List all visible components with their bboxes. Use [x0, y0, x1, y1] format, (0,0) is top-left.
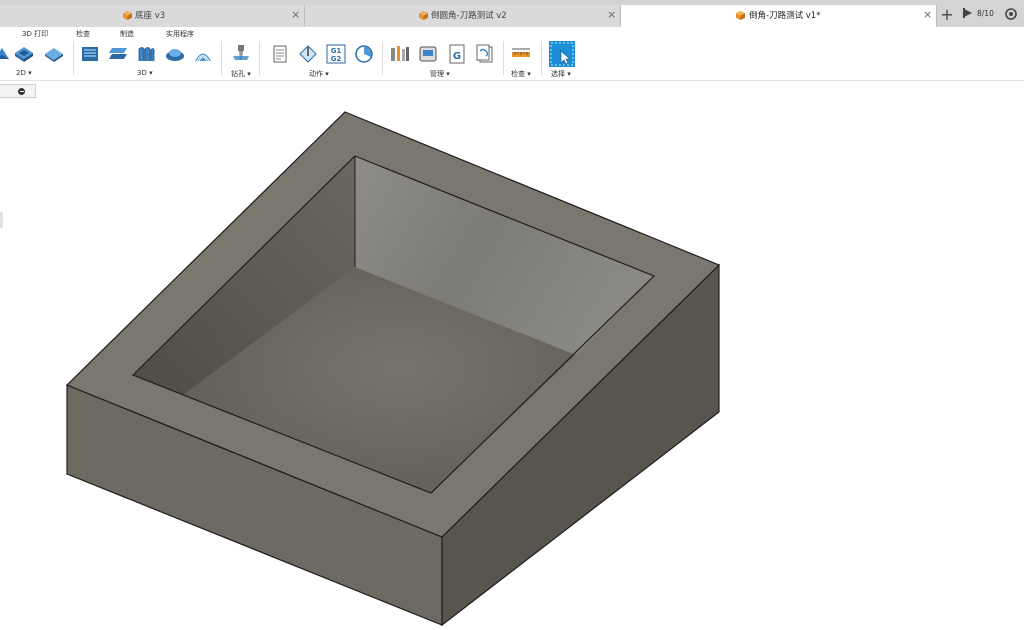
3d-pocket-clearing-icon[interactable] [108, 44, 128, 64]
select-icon[interactable] [549, 41, 575, 67]
tool-library-icon[interactable] [390, 44, 410, 64]
3d-steep-shallow-icon[interactable] [136, 44, 156, 64]
template-library-icon[interactable] [475, 44, 495, 64]
job-status-count[interactable]: 8/10 [977, 9, 994, 18]
group-inspect-label[interactable]: 检查 ▾ [511, 69, 531, 79]
toolbar-separator [73, 41, 74, 75]
clock-icon[interactable] [1005, 8, 1017, 20]
group-drill-label[interactable]: 钻孔 ▾ [231, 69, 251, 79]
tab-fillet-toolpath-test[interactable]: 倒圆角-刀路测试 v2 × [305, 5, 621, 27]
job-status-icon[interactable] [963, 8, 973, 18]
3d-parallel-icon[interactable] [165, 44, 185, 64]
ribbon-tab-manufacture[interactable]: 制造 [120, 29, 134, 39]
2d-contour-icon[interactable] [0, 44, 12, 64]
toolbar-separator [541, 41, 542, 75]
2d-face-icon[interactable] [44, 44, 64, 64]
toolbar-separator [382, 41, 383, 75]
ribbon-tab-inspect[interactable]: 检查 [76, 29, 90, 39]
new-tab-button[interactable]: + [938, 6, 956, 24]
tab-label: 底座 v3 [135, 11, 166, 21]
drill-icon[interactable] [231, 44, 251, 64]
toolbar-separator [503, 41, 504, 75]
2d-pocket-icon[interactable] [14, 44, 34, 64]
3d-viewport[interactable] [0, 80, 1024, 630]
tab-label: 倒角-刀路测试 v1* [749, 11, 821, 21]
component-cube-icon [736, 11, 745, 20]
post-library-icon[interactable]: G [447, 44, 467, 64]
process-time-icon[interactable] [354, 44, 374, 64]
tab-close-button[interactable]: × [607, 8, 616, 21]
post-process-g1g2-icon[interactable]: G1 G2 [326, 44, 346, 64]
tab-label: 倒圆角-刀路测试 v2 [431, 11, 507, 21]
3d-scallop-icon[interactable] [193, 44, 213, 64]
toolbar-ribbon: 3D 打印 检查 制造 实用程序 2D ▾ 3D ▾ 钻孔 ▾ G1 G2 动作… [0, 27, 1024, 81]
group-3d-label[interactable]: 3D ▾ [137, 69, 153, 77]
ribbon-tab-3d-print[interactable]: 3D 打印 [22, 29, 48, 39]
tab-close-button[interactable]: × [923, 8, 932, 21]
simulate-icon[interactable] [298, 44, 318, 64]
measure-icon[interactable] [511, 44, 531, 64]
tab-chamfer-toolpath-test[interactable]: 倒角-刀路测试 v1* × [621, 5, 937, 27]
group-actions-label[interactable]: 动作 ▾ [309, 69, 329, 79]
3d-adaptive-clearing-icon[interactable] [80, 44, 100, 64]
tab-close-button[interactable]: × [291, 8, 300, 21]
svg-text:G: G [453, 51, 461, 62]
svg-text:G1: G1 [331, 47, 342, 55]
group-manage-label[interactable]: 管理 ▾ [430, 69, 450, 79]
toolbar-separator [259, 41, 260, 75]
document-tab-bar: 底座 v3 × 倒圆角-刀路测试 v2 × 倒角-刀路测试 v1* × + 8/… [0, 0, 1024, 28]
group-select-label[interactable]: 选择 ▾ [551, 69, 571, 79]
toolbar-separator [221, 41, 222, 75]
group-2d-label[interactable]: 2D ▾ [16, 69, 32, 77]
component-cube-icon [419, 11, 428, 20]
tab-base[interactable]: 底座 v3 × [0, 5, 305, 27]
svg-text:G2: G2 [331, 55, 342, 63]
machine-library-icon[interactable] [418, 44, 438, 64]
setup-sheet-icon[interactable] [270, 44, 290, 64]
component-cube-icon [123, 11, 132, 20]
ribbon-tab-utilities[interactable]: 实用程序 [166, 29, 194, 39]
